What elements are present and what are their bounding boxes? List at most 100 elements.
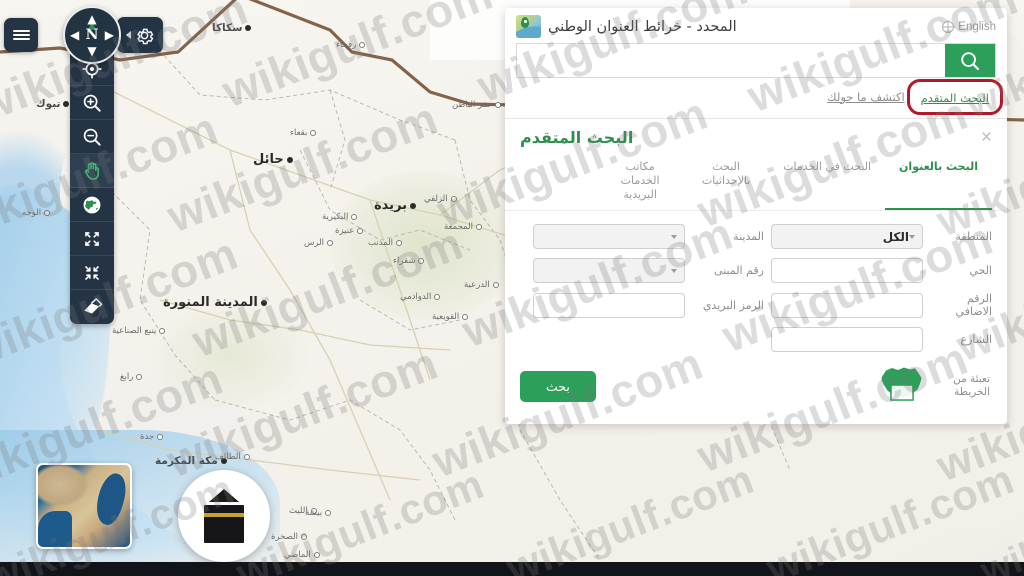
basemap-switcher-thumbnail[interactable] [36, 463, 132, 549]
map-city-marker-icon [359, 41, 366, 48]
map-city-marker-icon [300, 533, 307, 540]
map-city-name: حائل [253, 152, 284, 167]
map-city-name: حفر الباطن [452, 100, 493, 110]
map-city-marker-icon [313, 551, 320, 558]
advanced-search-tab-1[interactable]: البحث في الخدمات [769, 153, 885, 210]
map-city-label: رفحاء [336, 40, 368, 50]
advanced-search-header: × البحث المتقدم [505, 119, 1007, 153]
advanced-search-tab-3[interactable]: مكاتب الخدمات البريدية [597, 153, 683, 210]
map-city-name: شقراء [393, 256, 416, 266]
region-label: المنطقة [955, 230, 992, 244]
map-city-name: البكيرية [322, 212, 349, 222]
globe-tool-button[interactable] [70, 188, 114, 222]
eraser-icon [84, 298, 103, 314]
search-input[interactable] [517, 44, 945, 77]
map-city-name: الدرعية [464, 280, 490, 290]
advanced-search-tab-0[interactable]: البحث بالعنوان [885, 153, 992, 211]
map-city-name: الطائف [215, 452, 241, 462]
map-city-label: بقعاء [290, 128, 319, 138]
close-icon[interactable]: × [981, 128, 992, 147]
map-city-name: بريدة [374, 198, 408, 213]
map-city-marker-icon [357, 227, 364, 234]
postal-code-label: الرمز البريدي [702, 298, 764, 312]
street-label: الشارع [960, 333, 992, 347]
map-city-marker-icon [327, 239, 334, 246]
street-input[interactable] [771, 327, 923, 353]
map-city-marker-icon [325, 509, 332, 516]
map-city-label: جدة [140, 432, 166, 442]
map-city-name: ينبع الصناعية [112, 326, 157, 336]
map-city-label: الدرعية [464, 280, 502, 290]
qibla-locator-button[interactable] [178, 470, 270, 562]
screen: سكاكا تبوك رفحاء حفر الباطن بقعاء حائل الوجه بر… [0, 0, 1024, 576]
district-input[interactable] [771, 258, 923, 284]
map-city-name: المدينة المنورة [163, 295, 258, 310]
brand: المحدد - خرائط العنوان الوطني [516, 15, 737, 38]
advanced-search-highlight-wrap: البحث المتقدم [906, 79, 1003, 115]
search-submit-button[interactable] [945, 44, 995, 77]
city-select[interactable] [533, 224, 685, 250]
thumbnail-sea-water [38, 511, 72, 547]
globe-icon [83, 196, 101, 213]
map-city-marker-icon [462, 313, 469, 320]
settings-button[interactable] [117, 17, 163, 53]
pan-left-icon[interactable]: ◀ [70, 29, 79, 41]
postal-code-input[interactable] [533, 292, 685, 318]
search-icon [961, 51, 980, 70]
map-city-label: المدينة المنورة [163, 295, 270, 310]
map-city-name: تبوك [36, 98, 61, 110]
map-city-label: الرس [304, 238, 336, 248]
zoom-in-icon [83, 94, 101, 112]
settings-expand-arrow-icon [125, 31, 131, 39]
compass-navigation-pad[interactable]: N ▲ ▼ ◀ ▶ [63, 6, 121, 64]
hamburger-icon [12, 27, 30, 42]
building-number-select[interactable] [533, 258, 685, 284]
map-city-name: بقعاء [290, 128, 308, 138]
menu-button[interactable] [4, 18, 38, 52]
pan-down-icon[interactable]: ▼ [87, 45, 96, 57]
map-city-marker-icon [157, 433, 164, 440]
expand-arrows-icon [85, 231, 99, 246]
discover-around-link[interactable]: اكتشف ما حولك [827, 90, 905, 104]
map-city-label: الصخرة [271, 532, 310, 542]
map-city-marker-icon [245, 25, 252, 31]
pan-right-icon[interactable]: ▶ [105, 29, 114, 41]
search-panel: English المحدد - خرائط العنوان الوطني ال… [505, 8, 1007, 425]
map-city-label: عنيزة [335, 226, 366, 236]
map-city-marker-icon [475, 223, 482, 230]
expand-tool-button[interactable] [70, 222, 114, 256]
map-city-label: الطائف [215, 452, 253, 462]
map-vegetation-area-2 [150, 300, 310, 410]
district-label: الحي [969, 264, 992, 278]
advanced-search-tab-2[interactable]: البحث بالإحداثيات [683, 153, 769, 210]
panel-header: English المحدد - خرائط العنوان الوطني [505, 8, 1007, 43]
map-city-marker-icon [136, 373, 143, 380]
map-city-name: الوجه [22, 208, 42, 218]
pan-up-icon[interactable]: ▲ [87, 13, 96, 25]
fill-from-map-button[interactable]: تعبئة من الخريطة [874, 364, 990, 408]
advanced-search-submit-button[interactable]: بحث [520, 370, 596, 402]
map-city-label: سكاكا [212, 22, 254, 34]
map-city-label: رابغ [120, 372, 145, 382]
region-select[interactable]: الكل [771, 224, 923, 250]
building-number-label: رقم المبنى [714, 264, 764, 278]
advanced-search-title: البحث المتقدم [520, 128, 634, 147]
map-city-name: مكة المكرمة [155, 455, 218, 467]
map-city-name: رفحاء [336, 40, 357, 50]
zoom-out-tool-button[interactable] [70, 120, 114, 154]
map-city-marker-icon [159, 327, 166, 334]
language-switcher[interactable]: English [942, 20, 996, 33]
extra-number-input[interactable] [771, 292, 923, 318]
map-city-name: رابغ [120, 372, 134, 382]
extra-number-label: الرقم الاضافي [955, 292, 992, 319]
advanced-search-link[interactable]: البحث المتقدم [921, 91, 989, 105]
map-city-name: الصخرة [271, 532, 298, 542]
map-city-marker-icon [434, 293, 441, 300]
map-city-name: القويعية [432, 312, 460, 322]
zoom-in-tool-button[interactable] [70, 86, 114, 120]
pan-tool-button[interactable] [70, 154, 114, 188]
map-city-name: الدوادمي [400, 292, 432, 302]
eraser-tool-button[interactable] [70, 290, 114, 324]
collapse-tool-button[interactable] [70, 256, 114, 290]
map-city-label: بيشة [305, 508, 334, 518]
